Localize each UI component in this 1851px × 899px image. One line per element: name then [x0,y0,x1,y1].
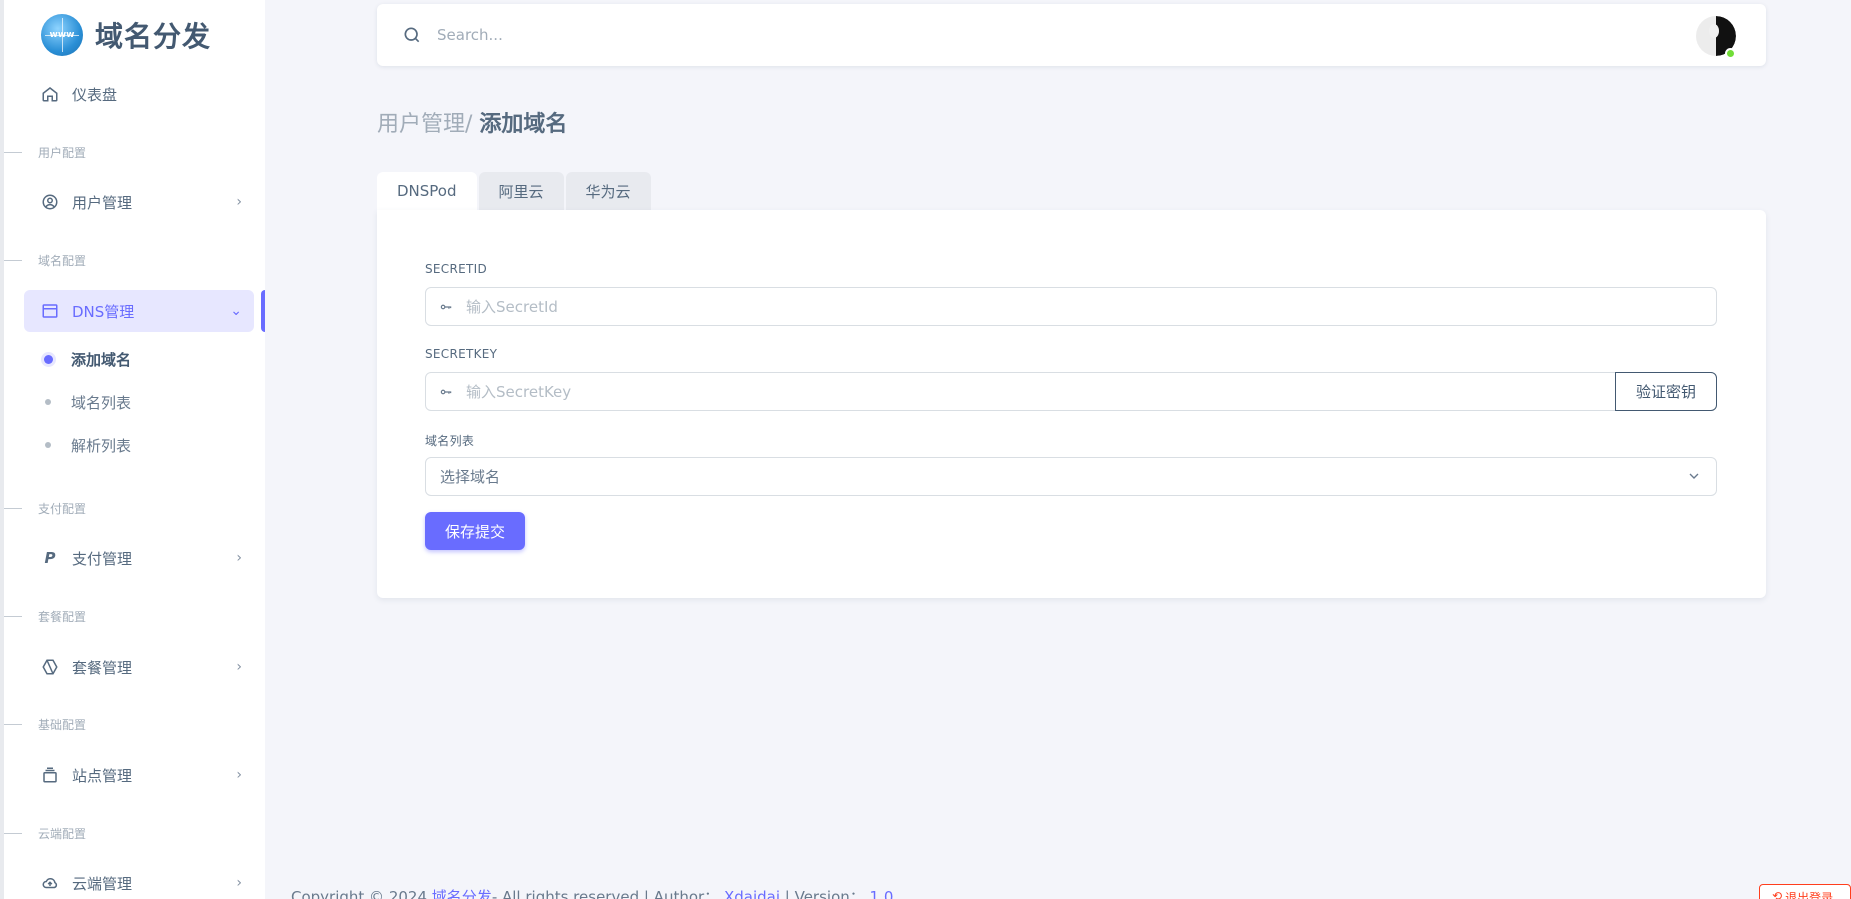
sidebar-item-label: 云端管理 [72,874,133,893]
divider [4,507,22,509]
stack-icon [40,765,60,785]
sidebar-item-cloud-management[interactable]: 云端管理 › [24,862,254,899]
menu-header-package: 套餐配置 [4,606,264,626]
page-title: 添加域名 [479,112,568,137]
divider [4,832,22,834]
sidebar-item-payment-management[interactable]: P 支付管理 › [24,537,254,579]
home-icon [40,84,60,104]
bullet-dot [45,442,51,448]
sidebar-item-site-management[interactable]: 站点管理 › [24,754,254,796]
divider [4,615,22,617]
key-icon [426,300,466,314]
menu-header-user: 用户配置 [4,142,264,162]
breadcrumb-parent: 用户管理/ [377,112,473,137]
logout-label: 退出登录 [1785,891,1834,899]
divider [4,259,22,261]
brand-name: 域名分发 [95,20,212,53]
key-icon [426,385,466,399]
paypal-icon: P [44,549,56,567]
footer: Copyright © 2024 域名分发- All rights reserv… [291,886,893,899]
footer-author-link[interactable]: Xdaidai [724,888,780,899]
domain-select[interactable]: 选择域名 [425,457,1717,496]
tab-dnspod[interactable]: DNSPod [377,172,477,210]
sidebar-item-dashboard[interactable]: 仪表盘 [24,73,254,115]
secretkey-label: SECRETKEY [425,347,498,361]
domain-select-value: 选择域名 [440,468,501,486]
browser-window-icon [40,301,60,321]
footer-version-label: | Version： [780,888,865,899]
search-icon[interactable] [401,24,423,46]
search-input[interactable] [437,26,1037,44]
chevron-down-icon [1686,468,1702,484]
chevron-down-icon: ⌄ [230,303,242,319]
online-status-dot [1725,48,1736,59]
divider [4,151,22,153]
logout-button[interactable]: ⟲ 退出登录 [1759,884,1851,899]
menu-header-label: 域名配置 [38,253,87,268]
chevron-right-icon: › [236,767,242,783]
menu-header-label: 支付配置 [38,501,87,516]
menu-header-cloud: 云端配置 [4,823,264,843]
chevron-right-icon: › [236,194,242,210]
chevron-right-icon: › [236,659,242,675]
sidebar-item-label: 支付管理 [72,549,133,568]
sidebar-subitem-add-domain[interactable]: 添加域名 [24,341,254,377]
globe-logo-icon: www [41,14,83,56]
sidebar-subitem-record-list[interactable]: 解析列表 [24,427,254,463]
secretid-label: SECRETID [425,262,488,276]
add-domain-card: SECRETID SECRETKEY 验证密钥 域名列表 选择域名 保存提交 [377,210,1766,598]
sidebar: www 域名分发 仪表盘 用户配置 用户管理 › 域名配置 DNS管理 ⌄ 添加… [0,0,265,899]
menu-header-domain: 域名配置 [4,250,264,270]
provider-tabs: DNSPod 阿里云 华为云 [377,172,653,210]
secretid-group [425,287,1717,326]
footer-rights: - All rights reserved | Author： [491,888,720,899]
breadcrumb: 用户管理/ 添加域名 [377,106,567,138]
menu-header-label: 云端配置 [38,826,87,841]
sidebar-item-label: DNS管理 [72,302,135,321]
menu-header-label: 用户配置 [38,145,87,160]
secretkey-group: 验证密钥 [425,372,1717,411]
cloud-upload-icon [40,873,60,893]
sidebar-item-label: 用户管理 [72,193,133,212]
avatar-face [1709,24,1719,38]
sidebar-item-package-management[interactable]: 套餐管理 › [24,646,254,688]
tab-aliyun[interactable]: 阿里云 [478,172,564,210]
subitem-label: 解析列表 [71,436,132,455]
sidebar-item-label: 站点管理 [72,766,133,785]
user-circle-icon [40,192,60,212]
menu-header-basic: 基础配置 [4,714,264,734]
bullet-dot [45,399,51,405]
verify-key-button[interactable]: 验证密钥 [1614,372,1717,411]
footer-version: 1.0 [869,888,894,899]
footer-site-link[interactable]: 域名分发 [432,888,492,899]
logo-text: www [49,30,75,40]
sidebar-item-dns-management[interactable]: DNS管理 ⌄ [24,290,254,332]
logout-icon: ⟲ [1772,889,1783,899]
top-navbar [377,4,1766,66]
subitem-label: 域名列表 [71,393,132,412]
menu-header-label: 基础配置 [38,717,87,732]
sidebar-subitem-domain-list[interactable]: 域名列表 [24,384,254,420]
divider [4,723,22,725]
save-submit-button[interactable]: 保存提交 [425,512,526,550]
menu-header-label: 套餐配置 [38,609,87,624]
package-icon [40,657,60,677]
chevron-right-icon: › [236,875,242,891]
brand[interactable]: www 域名分发 [4,0,265,70]
menu-header-payment: 支付配置 [4,498,264,518]
sidebar-item-user-management[interactable]: 用户管理 › [24,181,254,223]
footer-copyright: Copyright © 2024 [291,888,428,899]
active-indicator [261,290,265,332]
subitem-label: 添加域名 [71,350,132,369]
domain-list-label: 域名列表 [425,434,475,448]
tab-huaweicloud[interactable]: 华为云 [565,172,651,210]
bullet-dot [44,354,53,364]
sidebar-item-label: 套餐管理 [72,658,133,677]
chevron-right-icon: › [236,550,242,566]
secretkey-input[interactable] [466,373,1615,410]
secretid-input[interactable] [466,288,1716,325]
sidebar-item-label: 仪表盘 [72,85,118,104]
